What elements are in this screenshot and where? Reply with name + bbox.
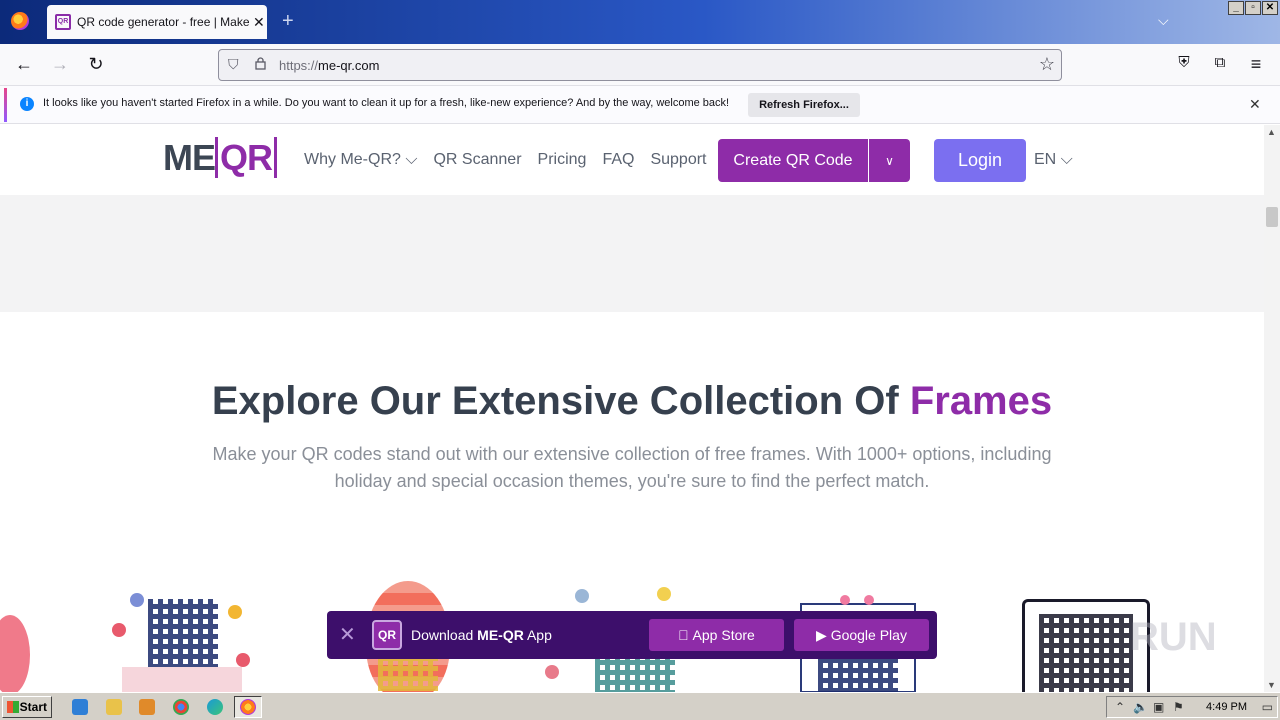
page-title: Explore Our Extensive Collection Of Fram… [211,379,1053,423]
flower-decoration [657,587,671,601]
nav-qr-scanner[interactable]: QR Scanner [433,151,521,169]
close-icon[interactable]: ✕ [253,14,265,31]
new-tab-icon[interactable]: + [282,10,294,33]
shield-icon[interactable]: ⛉ [228,56,239,73]
site-nav: Why Me-QR? ⌵ QR Scanner Pricing FAQ Supp… [304,151,707,169]
scroll-down-icon[interactable]: ▼ [1267,680,1276,690]
close-icon[interactable]: ✕ [1249,96,1261,113]
back-arrow-icon[interactable]: ← [13,54,35,75]
nav-why-meqr[interactable]: Why Me-QR? ⌵ [304,151,417,169]
create-qr-code-button[interactable]: Create QR Code [718,139,868,182]
url-text[interactable]: https://me-qr.com [279,58,379,73]
taskbar: Start ⌃ 🔈 ▣ ⚑ 4:49 PM ▭ [0,692,1280,720]
bookmark-star-icon[interactable]: ☆ [1039,54,1055,75]
scrollbar-thumb[interactable] [1266,207,1278,227]
banner-placeholder [0,195,1264,312]
media-player-icon[interactable] [139,699,155,715]
folder-icon[interactable] [106,699,122,715]
meqr-logo[interactable]: ME QR [163,137,277,179]
reload-icon[interactable]: ↻ [85,54,107,75]
firefox-icon[interactable] [11,12,29,30]
notification-accent [4,88,7,122]
nav-pricing[interactable]: Pricing [538,151,587,169]
firefox-taskbar-button[interactable] [234,696,262,718]
refresh-firefox-button[interactable]: Refresh Firefox... [748,93,860,117]
flower-decoration [236,653,250,667]
page-scrollbar[interactable]: ▲ ▼ [1264,125,1280,692]
meqr-app-icon: QR [372,620,402,650]
url-bar[interactable]: ⛉ https://me-qr.com ☆ [218,49,1062,81]
forward-arrow-icon[interactable]: → [49,54,71,75]
login-button[interactable]: Login [934,139,1026,182]
show-desktop-icon[interactable]: ▭ [1262,700,1273,714]
flower-decoration [112,623,126,637]
flag-icon[interactable]: ⚑ [1173,700,1184,714]
windows-flag-icon [7,701,19,713]
flower-decoration [130,593,144,607]
window-controls: _ ▫ ✕ [1228,1,1278,15]
tab-title: QR code generator - free | Make C [77,15,249,29]
edge-icon[interactable] [207,699,223,715]
volume-icon[interactable]: 🔈 [1133,700,1148,714]
chevron-down-icon[interactable]: ⌵ [1158,12,1169,29]
nav-toolbar: ← → ↻ ⛉ https://me-qr.com ☆ ⛨ ⧉ ≡ [0,44,1280,86]
title-bar: QR QR code generator - free | Make C ✕ +… [0,0,1280,44]
watermark: RUN [1130,615,1217,659]
qr-code-image [1039,614,1133,692]
app-store-button[interactable]:  App Store [649,619,784,651]
extensions-icon[interactable]: ⧉ [1209,54,1231,71]
heart-decoration [864,595,874,605]
network-icon[interactable]: ▣ [1153,700,1164,714]
flower-decoration [575,589,589,603]
ie-icon[interactable] [72,699,88,715]
scroll-up-icon[interactable]: ▲ [1267,127,1276,137]
notification-bar: i It looks like you haven't started Fire… [0,86,1280,124]
flower-decoration [228,605,242,619]
heart-decoration [840,595,850,605]
qr-code-image [148,599,218,669]
clock[interactable]: 4:49 PM [1206,701,1247,713]
chevron-up-icon[interactable]: ⌃ [1115,700,1125,714]
download-app-text: Download ME-QR App [411,627,552,643]
nav-faq[interactable]: FAQ [602,151,634,169]
frame-preview-easter-left[interactable] [0,615,30,692]
site-header: ME QR Why Me-QR? ⌵ QR Scanner Pricing FAQ… [0,125,1264,195]
close-icon[interactable]: ✕ [339,622,356,647]
start-button[interactable]: Start [2,696,52,718]
notification-text: It looks like you haven't started Firefo… [43,97,730,109]
web-page: ME QR Why Me-QR? ⌵ QR Scanner Pricing FAQ… [0,125,1264,692]
download-app-banner: ✕ QR Download ME-QR App  App Store ▶ Go… [327,611,937,659]
page-subtitle: Make your QR codes stand out with our ex… [212,444,1052,491]
envelope-decoration [122,667,242,692]
frame-preview-flowers[interactable] [100,583,260,692]
close-window-button[interactable]: ✕ [1262,1,1278,15]
minimize-button[interactable]: _ [1228,1,1244,15]
menu-icon[interactable]: ≡ [1245,54,1267,75]
info-icon: i [20,97,34,111]
lock-icon[interactable] [255,57,266,70]
chevron-down-icon[interactable]: ∨ [869,139,910,182]
qr-favicon-icon: QR [55,14,71,30]
browser-tab[interactable]: QR QR code generator - free | Make C ✕ [47,5,267,39]
chrome-icon[interactable] [173,699,189,715]
firefox-icon [240,699,256,715]
system-tray: ⌃ 🔈 ▣ ⚑ 4:49 PM ▭ [1106,696,1278,718]
maximize-button[interactable]: ▫ [1245,1,1261,15]
language-selector[interactable]: EN ⌵ [1034,151,1073,169]
nav-support[interactable]: Support [650,151,706,169]
google-play-button[interactable]: ▶ Google Play [794,619,929,651]
flower-decoration [545,665,559,679]
pocket-icon[interactable]: ⛨ [1173,54,1195,71]
